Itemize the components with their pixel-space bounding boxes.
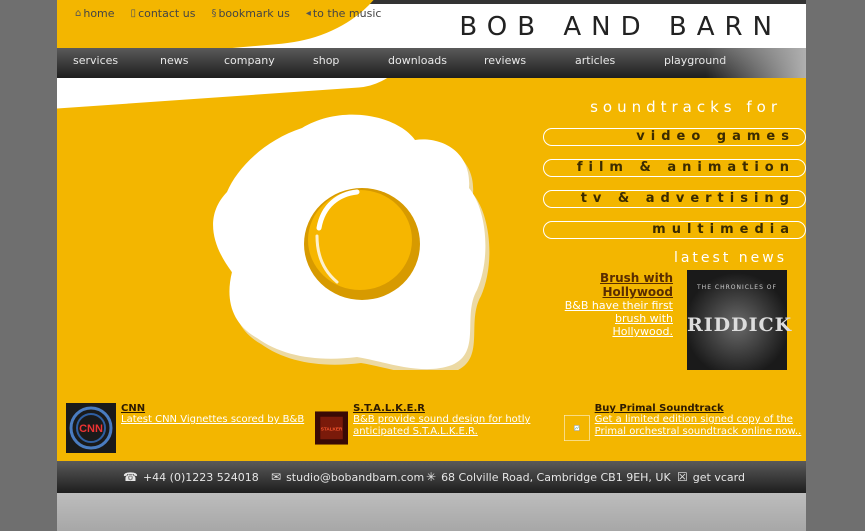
latest-news-title: latest news (673, 250, 787, 266)
category-multimedia[interactable]: multimedia (543, 221, 806, 239)
cnn-thumbnail[interactable]: CNN (66, 403, 116, 453)
promo-primal-text: Buy Primal Soundtrack Get a limited edit… (595, 403, 804, 453)
bottom-gray-area (57, 493, 806, 531)
news-item: Brush with Hollywood B&B have their firs… (553, 271, 673, 338)
nav-services[interactable]: services (73, 54, 118, 67)
promo-cnn-text: CNN Latest CNN Vignettes scored by B&B (121, 403, 304, 453)
main-nav: services news company shop downloads rev… (57, 48, 806, 78)
news-description[interactable]: B&B have their first brush with Hollywoo… (553, 299, 673, 338)
music-link-label: to the music (312, 7, 382, 20)
promo-band: CNN CNN Latest CNN Vignettes scored by B… (57, 396, 806, 461)
footer-bar: ☎ +44 (0)1223 524018 ✉ studio@bobandbarn.c… (57, 461, 806, 493)
promo-stalker: STALKER S.T.A.L.K.E.R B&B provide sound … (315, 403, 555, 453)
footer-email-text[interactable]: studio@bobandbarn.com (286, 471, 424, 484)
nav-articles[interactable]: articles (575, 54, 615, 67)
promo-primal: Buy Primal Soundtrack Get a limited edit… (564, 403, 804, 453)
nav-news[interactable]: news (160, 54, 188, 67)
home-link-label: home (83, 7, 115, 20)
site-logo[interactable]: BOB AND BARN (459, 12, 782, 42)
top-header: ⌂ home ▯ contact us § bookmark us ◂ to the m… (57, 0, 806, 48)
broken-image-icon[interactable] (564, 403, 590, 453)
promo-cnn-title[interactable]: CNN (121, 403, 304, 414)
news-image-title: RIDDICK (687, 314, 793, 336)
news-image-subtitle: THE CHRONICLES OF (697, 284, 777, 291)
speaker-icon: ◂ (305, 8, 311, 19)
top-links: ⌂ home ▯ contact us § bookmark us ◂ to the m… (75, 7, 381, 20)
category-film-animation[interactable]: film & animation (543, 159, 806, 177)
soundtracks-title: soundtracks for (590, 98, 782, 116)
promo-stalker-title[interactable]: S.T.A.L.K.E.R (353, 403, 555, 414)
footer-address-text: 68 Colville Road, Cambridge CB1 9EH, UK (441, 470, 671, 484)
nav-downloads[interactable]: downloads (388, 54, 447, 67)
promo-stalker-description[interactable]: B&B provide sound design for hotly antic… (353, 414, 555, 438)
category-tv-advertising[interactable]: tv & advertising (543, 190, 806, 208)
promo-primal-title[interactable]: Buy Primal Soundtrack (595, 403, 804, 414)
home-link[interactable]: ⌂ home (75, 7, 115, 20)
nav-fade (706, 48, 806, 78)
promo-cnn-description[interactable]: Latest CNN Vignettes scored by B&B (121, 414, 304, 426)
music-link[interactable]: ◂ to the music (306, 7, 382, 20)
promo-stalker-text: S.T.A.L.K.E.R B&B provide sound design f… (353, 403, 555, 453)
nav-company[interactable]: company (224, 54, 275, 67)
category-video-games[interactable]: video games (543, 128, 806, 146)
promo-primal-description[interactable]: Get a limited edition signed copy of the… (595, 414, 804, 438)
stalker-thumbnail[interactable]: STALKER (315, 403, 349, 453)
page-frame: ⌂ home ▯ contact us § bookmark us ◂ to the m… (57, 0, 806, 531)
fried-egg-illustration (213, 114, 490, 370)
footer-vcard-text[interactable]: get vcard (693, 471, 745, 484)
vcard-icon: ☒ (677, 470, 688, 484)
news-headline[interactable]: Brush with Hollywood (553, 271, 673, 299)
contact-link-label: contact us (138, 7, 196, 20)
home-icon: ⌂ (75, 8, 82, 19)
bookmark-link[interactable]: § bookmark us (211, 7, 289, 20)
cnn-thumb-text: CNN (79, 423, 103, 435)
footer-phone-text: +44 (0)1223 524018 (142, 470, 259, 484)
bookmark-icon: § (211, 8, 217, 19)
footer-phone: ☎ +44 (0)1223 524018 (123, 470, 259, 484)
footer-email[interactable]: ✉ studio@bobandbarn.com (271, 470, 424, 484)
promo-cnn: CNN CNN Latest CNN Vignettes scored by B… (66, 403, 306, 453)
stalker-thumb-text: STALKER (321, 427, 343, 432)
footer-address: ✳ 68 Colville Road, Cambridge CB1 9EH, UK (426, 470, 671, 484)
phone-icon: ☎ (123, 470, 138, 484)
nav-shop[interactable]: shop (313, 54, 339, 67)
footer-vcard[interactable]: ☒ get vcard (677, 470, 745, 484)
main-content: soundtracks for video games film & anima… (57, 78, 806, 396)
white-sweep (57, 78, 419, 113)
news-image[interactable]: THE CHRONICLES OF RIDDICK (687, 270, 793, 370)
bookmark-link-label: bookmark us (218, 7, 290, 20)
envelope-icon: ✉ (271, 470, 282, 484)
contact-link[interactable]: ▯ contact us (131, 7, 196, 20)
nav-reviews[interactable]: reviews (484, 54, 526, 67)
contact-icon: ▯ (130, 8, 137, 19)
map-star-icon: ✳ (426, 470, 437, 484)
